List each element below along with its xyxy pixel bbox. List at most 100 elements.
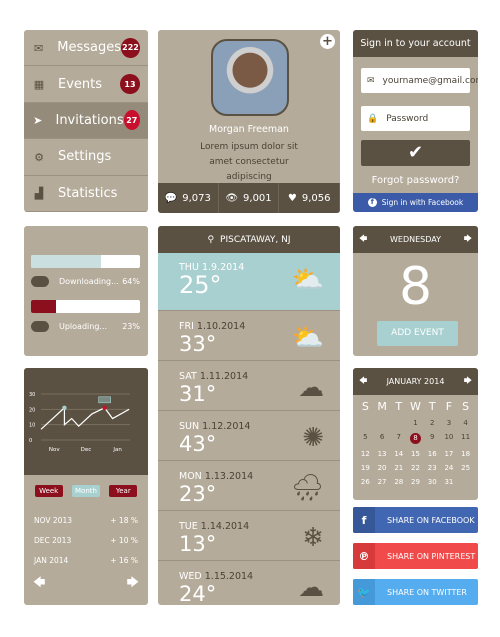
heart-icon: ♥	[287, 192, 297, 204]
calendar-day[interactable]: 15	[407, 450, 424, 458]
snowflake-icon: ❄	[302, 523, 324, 553]
week-button[interactable]: Week	[34, 485, 63, 497]
series-line	[40, 406, 130, 430]
day-number: 8	[398, 257, 433, 317]
day-widget: 🡄 WEDNESDAY 🡆 8 ADD EVENT	[353, 226, 478, 356]
profile-card: + Morgan Freeman Lorem ipsum dolor sit a…	[158, 30, 340, 213]
signin-panel: Sign in to your account ✉ yourname@gmail.…	[353, 30, 478, 212]
weekday-header: M	[377, 400, 387, 413]
profile-bio: Lorem ipsum dolor sit amet consectetur a…	[200, 142, 298, 182]
download-progress-bar	[31, 255, 140, 268]
forgot-password-link[interactable]: Forgot password?	[353, 175, 478, 186]
next-day-arrow-icon[interactable]: 🡆	[464, 233, 472, 247]
sidebar-item-events[interactable]: ▦ Events 13	[24, 66, 148, 103]
calendar-day[interactable]: 8	[407, 433, 424, 444]
weather-panel: ⚲ PISCATAWAY, NJ THU 1.9.2014 25° ⛅ FRI 1.10…	[158, 226, 340, 605]
calendar-day[interactable]: 24	[441, 464, 458, 472]
partly-cloudy-icon: ⛅	[291, 265, 324, 295]
sidebar-item-messages[interactable]: ✉ Messages 222	[24, 30, 148, 67]
forecast-row[interactable]: SUN 1.12.2014 43° ✺	[158, 411, 340, 461]
weekday-header: W	[410, 400, 421, 413]
likes-stat[interactable]: ♥ 9,056	[279, 183, 340, 213]
calendar-day[interactable]: 27	[374, 478, 391, 486]
add-event-button[interactable]: ADD EVENT	[377, 321, 458, 346]
lock-icon: 🔒	[367, 113, 379, 124]
chart-panel: 30 20 10 0 Nov Dec Jan Week Month Year NOV 201…	[24, 368, 148, 605]
pinterest-icon: ℗	[353, 543, 375, 569]
forecast-row[interactable]: WED 1.15.2014 24° ☁	[158, 561, 340, 605]
share-pinterest-button[interactable]: ℗ SHARE ON PINTEREST	[353, 543, 478, 569]
calendar-day[interactable]: 31	[441, 478, 458, 486]
rain-icon: 🌧	[290, 473, 324, 503]
weekday-header: F	[445, 400, 453, 413]
calendar-day[interactable]: 23	[424, 464, 441, 472]
email-field[interactable]: ✉ yourname@gmail.com	[361, 68, 478, 93]
calendar-day[interactable]: 29	[407, 478, 424, 486]
stats-row: NOV 2013 + 18 %	[34, 516, 138, 525]
menu-panel: ✉ Messages 222 ▦ Events 13 ➤ Invitations 27 ⚙ Sett…	[24, 30, 148, 212]
calendar-day[interactable]: 28	[390, 478, 407, 486]
forecast-row[interactable]: TUE 1.14.2014 13° ❄	[158, 511, 340, 561]
forecast-row[interactable]: FRI 1.10.2014 33° ⛅	[158, 311, 340, 361]
calendar-day[interactable]: 7	[390, 433, 407, 444]
prev-month-arrow-icon[interactable]: 🡄	[359, 375, 367, 389]
forecast-row[interactable]: MON 1.13.2014 23° 🌧	[158, 461, 340, 511]
calendar-day[interactable]: 10	[441, 433, 458, 444]
password-field[interactable]: 🔒 Password	[361, 106, 470, 131]
facebook-signin-button[interactable]: f Sign in with Facebook	[353, 193, 478, 212]
calendar-day[interactable]: 3	[441, 419, 458, 427]
weekday-header: T	[395, 400, 403, 413]
calendar-day[interactable]: 12	[357, 450, 374, 458]
envelope-icon: ✉	[34, 41, 44, 55]
calendar-day[interactable]: 19	[357, 464, 374, 472]
calendar-day[interactable]: 14	[390, 450, 407, 458]
calendar-day[interactable]: 21	[390, 464, 407, 472]
data-point	[102, 405, 107, 410]
cloud-upload-icon	[31, 321, 49, 332]
next-month-arrow-icon[interactable]: 🡆	[464, 375, 472, 389]
facebook-icon: f	[353, 507, 375, 533]
envelope-icon: ✉	[367, 75, 375, 86]
calendar-day[interactable]: 4	[457, 419, 474, 427]
forecast-row[interactable]: SAT 1.11.2014 31° ☁	[158, 361, 340, 411]
month-button[interactable]: Month	[71, 485, 100, 497]
comments-stat[interactable]: 💬 9,073	[158, 183, 219, 213]
calendar-day[interactable]: 13	[374, 450, 391, 458]
calendar-day[interactable]: 1	[407, 419, 424, 427]
calendar-day[interactable]: 22	[407, 464, 424, 472]
views-stat[interactable]: 👁 9,001	[219, 183, 280, 213]
prev-day-arrow-icon[interactable]: 🡄	[359, 233, 367, 247]
calendar-day[interactable]: 25	[457, 464, 474, 472]
calendar-day[interactable]: 26	[357, 478, 374, 486]
upload-progress-bar	[31, 300, 140, 313]
progress-panel: Downloading... 64% Uploading... 23%	[24, 226, 148, 356]
tooltip	[98, 396, 111, 404]
calendar-day[interactable]: 6	[374, 433, 391, 444]
forecast-row[interactable]: THU 1.9.2014 25° ⛅	[158, 253, 340, 311]
calendar-day[interactable]: 2	[424, 419, 441, 427]
calendar-day[interactable]: 16	[424, 450, 441, 458]
calendar-day[interactable]: 11	[457, 433, 474, 444]
calendar-day[interactable]: 5	[357, 433, 374, 444]
share-twitter-button[interactable]: 🐦 SHARE ON TWITTER	[353, 579, 478, 605]
sidebar-item-statistics[interactable]: ▟ Statistics	[24, 176, 148, 212]
calendar-day[interactable]: 30	[424, 478, 441, 486]
prev-arrow-icon[interactable]: 🡄	[33, 573, 45, 594]
calendar-day[interactable]: 17	[441, 450, 458, 458]
calendar-day[interactable]: 18	[457, 450, 474, 458]
facebook-icon: f	[367, 198, 377, 207]
year-button[interactable]: Year	[109, 485, 138, 497]
next-arrow-icon[interactable]: 🡆	[127, 573, 139, 594]
y-tick-label: 10	[29, 423, 35, 429]
submit-button[interactable]: ✔	[361, 140, 470, 166]
x-tick-label: Dec	[81, 447, 92, 453]
share-facebook-button[interactable]: f SHARE ON FACEBOOK	[353, 507, 478, 533]
add-icon[interactable]: +	[320, 34, 335, 49]
checkmark-icon: ✔	[407, 142, 424, 163]
signin-header: Sign in to your account	[353, 30, 478, 57]
sidebar-item-invitations[interactable]: ➤ Invitations 27	[24, 102, 148, 140]
y-tick-label: 20	[29, 407, 35, 413]
calendar-day[interactable]: 20	[374, 464, 391, 472]
sidebar-item-settings[interactable]: ⚙ Settings	[24, 139, 148, 176]
calendar-day[interactable]: 9	[424, 433, 441, 444]
